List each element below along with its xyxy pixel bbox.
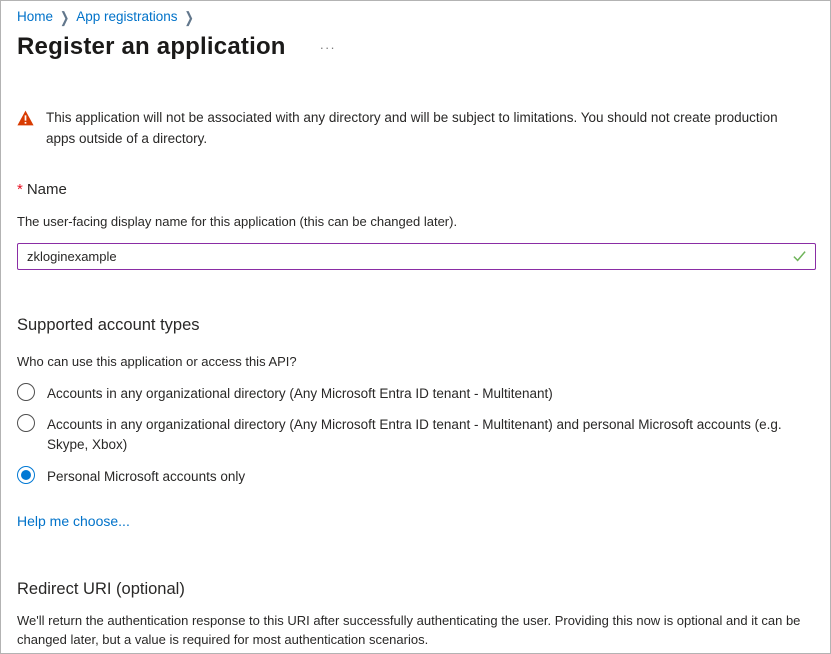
warning-banner: This application will not be associated … bbox=[17, 108, 807, 150]
redirect-uri-heading: Redirect URI (optional) bbox=[17, 580, 814, 599]
radio-option-org-directory[interactable]: Accounts in any organizational directory… bbox=[17, 383, 814, 404]
title-row: Register an application ··· bbox=[17, 33, 814, 61]
name-field-description: The user-facing display name for this ap… bbox=[17, 214, 814, 229]
supported-account-types-heading: Supported account types bbox=[17, 316, 814, 335]
breadcrumb: Home ❯ App registrations ❯ bbox=[17, 9, 814, 24]
warning-triangle-icon bbox=[17, 110, 34, 126]
name-input[interactable] bbox=[17, 243, 816, 270]
breadcrumb-app-registrations-link[interactable]: App registrations bbox=[76, 9, 177, 24]
radio-option-org-and-personal[interactable]: Accounts in any organizational directory… bbox=[17, 414, 814, 454]
valid-check-icon bbox=[792, 249, 807, 263]
required-asterisk: * bbox=[17, 181, 23, 198]
radio-option-label: Personal Microsoft accounts only bbox=[47, 466, 245, 487]
name-input-wrap bbox=[17, 243, 816, 270]
radio-option-label: Accounts in any organizational directory… bbox=[47, 383, 553, 404]
radio-button-icon[interactable] bbox=[17, 466, 35, 484]
help-me-choose-link[interactable]: Help me choose... bbox=[17, 513, 130, 529]
redirect-uri-description: We'll return the authentication response… bbox=[17, 612, 812, 650]
warning-text: This application will not be associated … bbox=[46, 108, 807, 150]
chevron-right-icon: ❯ bbox=[60, 7, 69, 26]
radio-button-icon[interactable] bbox=[17, 383, 35, 401]
breadcrumb-home-link[interactable]: Home bbox=[17, 9, 53, 24]
page-title: Register an application bbox=[17, 33, 286, 61]
account-type-radio-group: Accounts in any organizational directory… bbox=[17, 383, 814, 486]
register-application-page: Home ❯ App registrations ❯ Register an a… bbox=[0, 0, 831, 654]
more-options-icon[interactable]: ··· bbox=[316, 39, 340, 56]
radio-option-personal-only[interactable]: Personal Microsoft accounts only bbox=[17, 466, 814, 487]
radio-option-label: Accounts in any organizational directory… bbox=[47, 414, 814, 454]
chevron-right-icon: ❯ bbox=[185, 7, 194, 26]
account-types-question: Who can use this application or access t… bbox=[17, 354, 814, 369]
name-field-label: *Name bbox=[17, 181, 814, 198]
radio-button-icon[interactable] bbox=[17, 414, 35, 432]
